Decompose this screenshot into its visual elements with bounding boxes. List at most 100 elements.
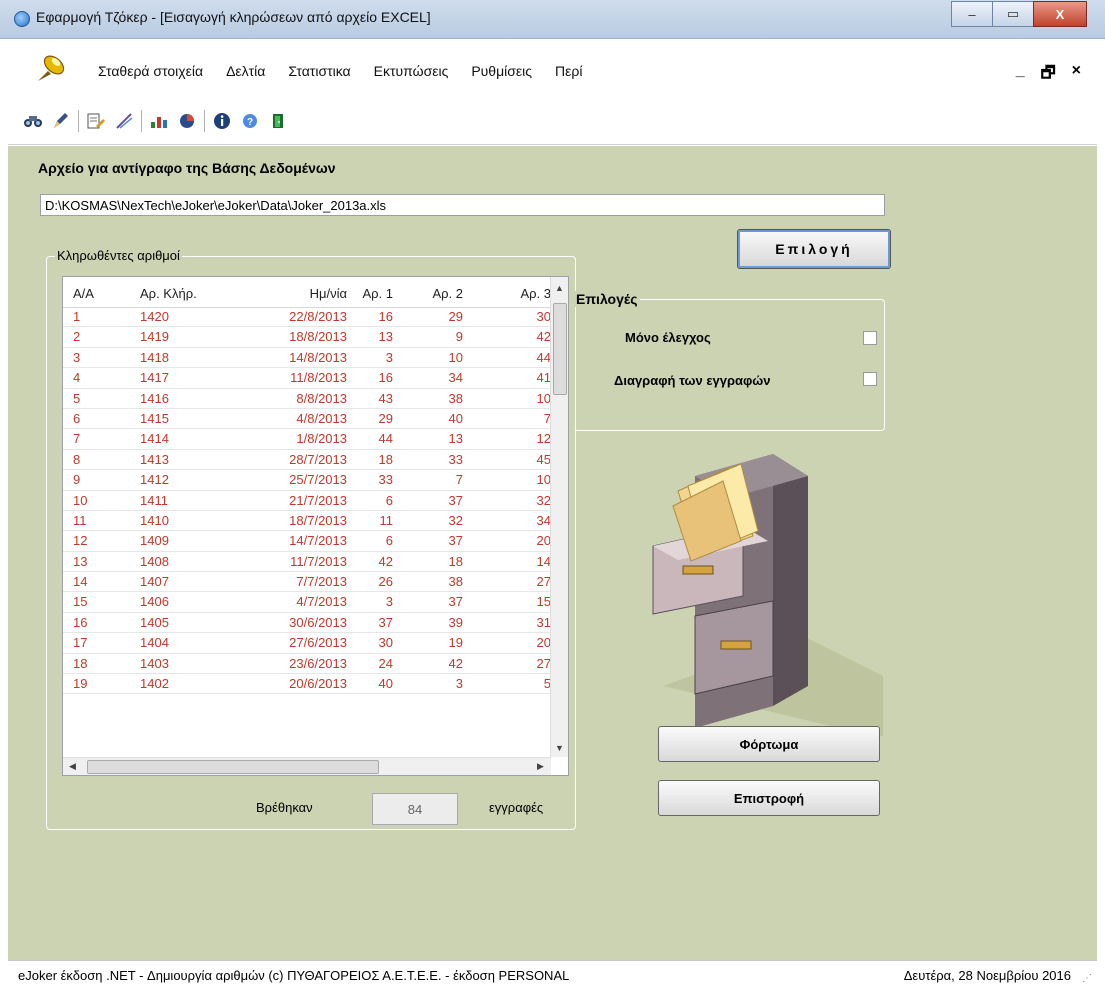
draws-grid[interactable]: Α/Α Αρ. Κλήρ. Ημ/νία Αρ. 1 Αρ. 2 Αρ. 3 1… (62, 276, 569, 776)
table-row[interactable]: 16 1405 30/6/2013 37 39 31 (63, 613, 551, 634)
chart-icon[interactable] (148, 110, 170, 132)
cell-num1: 26 (378, 574, 393, 590)
table-row[interactable]: 12 1409 14/7/2013 6 37 20 (63, 531, 551, 552)
horizontal-scroll-thumb[interactable] (87, 760, 379, 774)
table-row[interactable]: 8 1413 28/7/2013 18 33 45 (63, 450, 551, 471)
menu-about[interactable]: Περί (555, 63, 582, 79)
table-row[interactable]: 4 1417 11/8/2013 16 34 41 (63, 368, 551, 389)
table-row[interactable]: 14 1407 7/7/2013 26 38 27 (63, 572, 551, 593)
check-only-checkbox[interactable] (863, 331, 877, 345)
file-cabinet-image (652, 454, 883, 736)
file-path-input[interactable] (40, 194, 885, 216)
table-row[interactable]: 5 1416 8/8/2013 43 38 10 (63, 389, 551, 409)
toolbar-separator (141, 110, 142, 132)
header-num2[interactable]: Αρ. 2 (423, 286, 463, 301)
table-row[interactable]: 11 1410 18/7/2013 11 32 34 (63, 511, 551, 532)
cell-draw-no: 1409 (140, 533, 169, 549)
cell-date: 21/7/2013 (289, 492, 347, 508)
edit-icon[interactable] (85, 110, 107, 132)
vertical-scroll-thumb[interactable] (553, 303, 567, 395)
cell-num3: 31 (536, 614, 551, 630)
menu-fixed-data[interactable]: Σταθερά στοιχεία (98, 63, 203, 79)
table-row[interactable]: 7 1414 1/8/2013 44 13 12 (63, 429, 551, 450)
table-row[interactable]: 1 1420 22/8/2013 16 29 30 (63, 307, 551, 328)
horizontal-scrollbar[interactable]: ◀ ▶ (63, 757, 551, 775)
cell-num2: 33 (448, 451, 463, 467)
cell-num3: 20 (536, 635, 551, 651)
table-row[interactable]: 13 1408 11/7/2013 42 18 14 (63, 552, 551, 573)
pen-icon[interactable] (50, 110, 72, 132)
exit-icon[interactable] (267, 110, 289, 132)
cell-draw-no: 1406 (140, 594, 169, 610)
maximize-button[interactable]: ▭ (992, 1, 1034, 27)
menu-statistics[interactable]: Στατιστικα (288, 63, 350, 79)
cell-num3: 44 (536, 349, 551, 365)
menu-tickets[interactable]: Δελτία (226, 63, 265, 79)
scroll-left-icon[interactable]: ◀ (69, 761, 76, 772)
vertical-scrollbar[interactable]: ▲ ▼ (550, 277, 568, 757)
table-row[interactable]: 3 1418 14/8/2013 3 10 44 (63, 348, 551, 369)
help-icon[interactable]: ? (239, 110, 261, 132)
menu-settings[interactable]: Ρυθμίσεις (471, 63, 532, 79)
table-row[interactable]: 19 1402 20/6/2013 40 3 5 (63, 674, 551, 695)
cell-num3: 27 (536, 655, 551, 671)
load-button[interactable]: Φόρτωμα (658, 726, 880, 762)
info-icon[interactable] (211, 110, 233, 132)
cell-aa: 6 (73, 410, 81, 426)
cell-date: 30/6/2013 (289, 614, 347, 630)
mdi-restore-button[interactable]: 🗗 (1041, 62, 1056, 89)
table-row[interactable]: 18 1403 23/6/2013 24 42 27 (63, 654, 551, 675)
mdi-close-button[interactable]: × (1072, 62, 1081, 89)
minimize-button[interactable]: – (951, 1, 993, 27)
cell-aa: 1 (73, 309, 81, 324)
resize-grip-icon[interactable]: ⋰ (1082, 973, 1092, 984)
table-row[interactable]: 2 1419 18/8/2013 13 9 42 (63, 327, 551, 348)
cell-aa: 18 (73, 655, 88, 671)
records-label: εγγραφές (489, 800, 544, 815)
cell-date: 14/7/2013 (289, 533, 347, 549)
scroll-right-icon[interactable]: ▶ (537, 761, 544, 772)
header-num1[interactable]: Αρ. 1 (353, 286, 393, 301)
cell-aa: 17 (73, 635, 88, 651)
cell-num1: 43 (378, 390, 393, 406)
table-row[interactable]: 10 1411 21/7/2013 6 37 32 (63, 491, 551, 511)
cell-date: 4/7/2013 (296, 594, 347, 610)
cell-num3: 5 (543, 676, 551, 692)
cell-aa: 10 (73, 492, 88, 508)
table-row[interactable]: 9 1412 25/7/2013 33 7 10 (63, 470, 551, 491)
cell-draw-no: 1413 (140, 451, 169, 467)
cell-num2: 29 (448, 309, 463, 324)
header-num3[interactable]: Αρ. 3 (515, 286, 551, 301)
scroll-up-icon[interactable]: ▲ (555, 283, 564, 293)
cell-date: 25/7/2013 (289, 472, 347, 488)
cell-draw-no: 1419 (140, 329, 169, 345)
pie-icon[interactable] (176, 110, 198, 132)
header-draw-no[interactable]: Αρ. Κλήρ. (140, 286, 197, 301)
pushpin-logo-icon (38, 55, 65, 81)
scroll-down-icon[interactable]: ▼ (555, 743, 564, 753)
header-date[interactable]: Ημ/νία (267, 286, 347, 301)
cell-num1: 13 (378, 329, 393, 345)
back-button[interactable]: Επιστροφή (658, 780, 880, 816)
cell-num1: 18 (378, 451, 393, 467)
cell-num1: 42 (378, 553, 393, 569)
menu-prints[interactable]: Εκτυπώσεις (374, 63, 449, 79)
table-row[interactable]: 15 1406 4/7/2013 3 37 15 (63, 592, 551, 613)
cell-num3: 12 (536, 431, 551, 447)
cell-num1: 30 (378, 635, 393, 651)
delete-records-checkbox[interactable] (863, 372, 877, 386)
cell-num1: 3 (385, 594, 393, 610)
select-file-button[interactable]: Επιλογή (737, 229, 891, 269)
table-row[interactable]: 6 1415 4/8/2013 29 40 7 (63, 409, 551, 430)
brush-icon[interactable] (113, 110, 135, 132)
table-row[interactable]: 17 1404 27/6/2013 30 19 20 (63, 633, 551, 654)
main-menu: Σταθερά στοιχεία Δελτία Στατιστικα Εκτυπ… (98, 63, 605, 79)
mdi-minimize-button[interactable]: _ (1016, 62, 1025, 89)
found-label: Βρέθηκαν (256, 800, 313, 815)
grid-header: Α/Α Αρ. Κλήρ. Ημ/νία Αρ. 1 Αρ. 2 Αρ. 3 (63, 277, 551, 308)
header-aa[interactable]: Α/Α (73, 286, 94, 301)
toolbar-separator (204, 110, 205, 132)
cell-date: 18/7/2013 (289, 512, 347, 528)
close-button[interactable]: X (1033, 1, 1087, 27)
binoculars-icon[interactable] (22, 110, 44, 132)
